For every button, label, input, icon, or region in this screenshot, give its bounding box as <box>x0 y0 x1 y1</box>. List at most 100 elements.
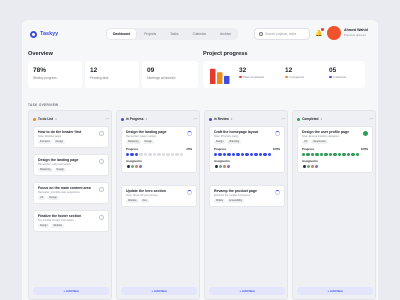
stat-label: Meetings scheduled <box>147 76 176 80</box>
checkbox[interactable] <box>99 131 104 136</box>
column-todo: To do List 4 ⋯ How to do the header first No… <box>28 110 112 300</box>
progress-segment <box>249 152 254 156</box>
progress-segment <box>254 152 258 156</box>
tag-list: Marketing Design <box>126 140 192 145</box>
column-title: In Progress <box>126 117 144 121</box>
progress-segment <box>130 152 134 156</box>
task-card[interactable]: Design the user profile page Note: Ensure… <box>297 126 373 174</box>
progress-bars-graphic <box>210 68 230 84</box>
add-new-button[interactable]: + Add New <box>209 287 285 295</box>
avatar[interactable] <box>327 26 341 40</box>
status-spinner-icon <box>187 190 192 195</box>
assigned-label: Assigned to <box>214 158 231 163</box>
status-spinner-icon <box>187 131 192 136</box>
tag: Design <box>38 224 50 229</box>
task-card[interactable]: Design the landing page Remember: keep it… <box>121 126 197 174</box>
progress-segment <box>328 152 333 156</box>
task-note: Note: Ensure intuitive navigation <box>302 134 340 138</box>
task-card[interactable]: Finalize the footer section Tip: include … <box>33 210 109 233</box>
search-placeholder: Search projects, tasks <box>265 32 297 36</box>
column-count: 4 <box>55 117 57 121</box>
progress-segment <box>306 152 310 156</box>
project-stat-label: Task completed <box>243 75 264 79</box>
more-icon[interactable]: ⋯ <box>281 117 285 121</box>
task-card[interactable]: Design the landing page Remember: easy an… <box>33 154 109 177</box>
column-title: To do List <box>38 117 53 121</box>
progress-segment <box>263 152 267 156</box>
assignee-avatars <box>302 164 368 170</box>
task-overview-label: TASK OVERVIEW <box>28 103 59 107</box>
checkbox[interactable] <box>99 187 104 192</box>
task-card[interactable]: Craft the homepage layout Note: Prioritiz… <box>209 126 285 174</box>
tab-projects[interactable]: Projects <box>138 29 162 39</box>
bell-icon[interactable]: 🔔 <box>315 30 322 37</box>
more-icon[interactable]: ⋯ <box>369 117 373 121</box>
add-new-button[interactable]: + Add New <box>121 287 197 295</box>
tag: Website <box>51 224 65 229</box>
add-new-button[interactable]: + Add New <box>297 287 373 295</box>
check-icon[interactable] <box>363 131 368 136</box>
progress-label: Progress <box>126 147 139 152</box>
project-stat-completed: 32 Task completed <box>239 67 264 79</box>
tag-list: Design Website <box>38 224 104 229</box>
more-icon[interactable]: ⋯ <box>105 117 109 121</box>
add-new-button[interactable]: + Add New <box>33 287 109 295</box>
progress-segment <box>240 152 245 156</box>
tab-dashboard[interactable]: Dashboard <box>107 29 137 39</box>
column-count: 3 <box>230 117 233 121</box>
progress-value: 100% <box>360 147 368 152</box>
stat-label: Pending task <box>90 76 109 80</box>
stat-card-pending-task: 12 Pending task <box>85 61 139 88</box>
task-note: Note: Show off your journey <box>126 193 158 197</box>
assignee-avatars <box>126 164 192 170</box>
tag-list: UX Design <box>38 196 104 201</box>
project-stat-value: 12 <box>285 67 293 74</box>
tag: Dev <box>140 199 149 204</box>
checkbox[interactable] <box>99 215 104 220</box>
stat-card-weekly-progress: 78% Weekly progress <box>28 61 82 88</box>
progress-segment <box>152 152 157 156</box>
progress-segment <box>267 152 271 156</box>
progress-segment <box>222 152 227 156</box>
tab-calendar[interactable]: Calendar <box>187 29 212 39</box>
progress-bar-mark <box>210 68 216 84</box>
task-note: Remember: keep it simple <box>126 134 157 138</box>
progress-segment <box>333 152 337 156</box>
tab-archive[interactable]: Archive <box>214 29 237 39</box>
tag-list: UX Responsive <box>302 140 368 145</box>
task-card[interactable]: How to do the header first Note: Website … <box>33 126 109 149</box>
task-card[interactable]: Update the hero section Note: Show off yo… <box>121 185 197 208</box>
task-card[interactable]: Focus on the main content area Reminder: … <box>33 182 109 205</box>
tab-tasks[interactable]: Tasks <box>164 29 184 39</box>
progress-segment <box>157 152 161 156</box>
status-spinner-icon <box>275 131 280 136</box>
status-dot <box>285 75 288 79</box>
progress-label: Progress <box>302 147 315 152</box>
progress-segment <box>179 152 183 156</box>
column-completed: Completed 4 ⋯ Design the user profile page N… <box>292 110 376 300</box>
task-note: Enhance the mobile experience <box>214 193 251 197</box>
more-icon[interactable]: ⋯ <box>193 117 197 121</box>
search-input[interactable]: Search projects, tasks <box>254 28 310 40</box>
task-note: Note: Website tasks <box>38 134 62 138</box>
progress-segment <box>148 152 152 156</box>
column-header: To do List 4 ⋯ <box>33 115 109 123</box>
avatar[interactable] <box>314 164 319 170</box>
progress-segment <box>302 152 306 156</box>
column-title: Completed <box>302 117 319 121</box>
progress-segment <box>342 152 346 156</box>
stat-label: Weekly progress <box>33 76 57 80</box>
column-in-progress: In Progress 3 ⋯ Design the landing page Reme… <box>116 110 200 300</box>
task-note: Remember: easy and simple <box>38 162 72 166</box>
column-count: 3 <box>145 117 148 121</box>
progress-segment <box>346 152 351 156</box>
tag: Marketing <box>126 140 141 145</box>
checkbox[interactable] <box>99 159 104 164</box>
logo-icon <box>30 30 37 38</box>
progress-segment <box>139 152 143 156</box>
avatar[interactable] <box>226 164 231 170</box>
task-card[interactable]: Revamp the product page Enhance the mobil… <box>209 185 285 208</box>
avatar[interactable] <box>138 164 143 170</box>
progress-segment <box>324 152 328 156</box>
logo[interactable]: Taskyy <box>30 30 58 38</box>
